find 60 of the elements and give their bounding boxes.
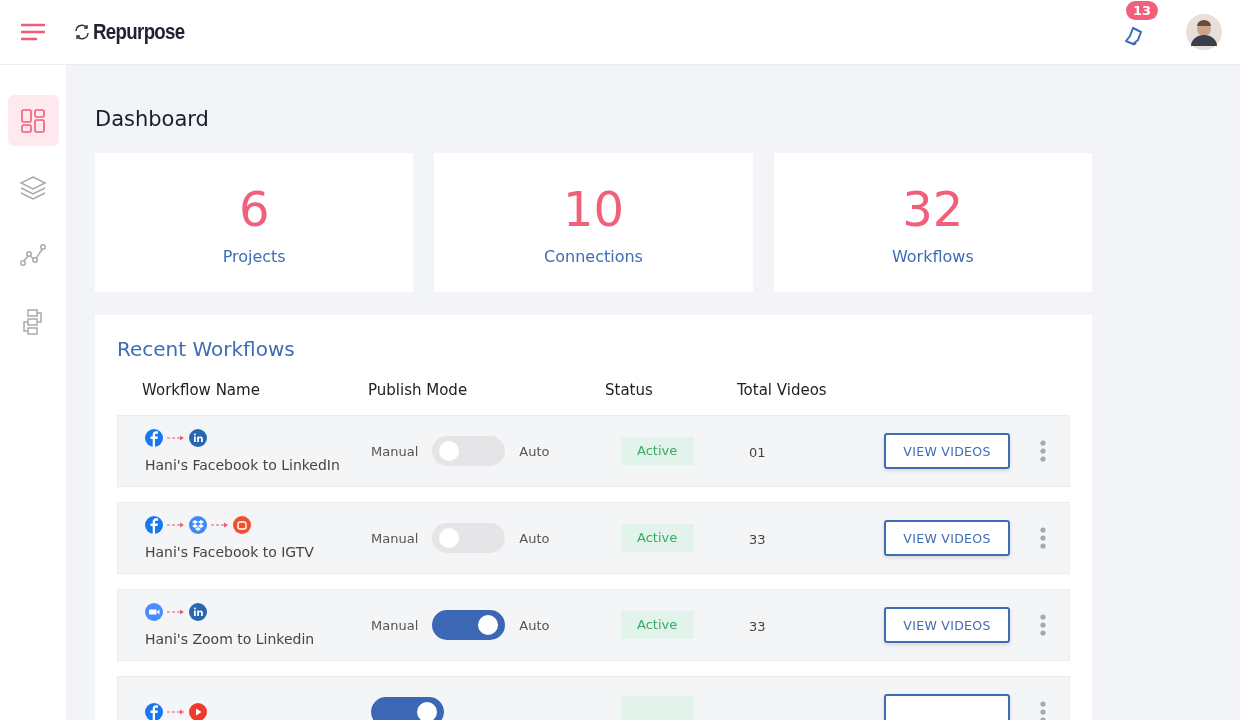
app-icon — [233, 516, 251, 534]
stat-value: 6 — [238, 185, 270, 233]
app-icon — [145, 603, 163, 621]
video-count: 01 — [749, 444, 766, 460]
app-icon — [145, 516, 163, 534]
app-icon — [189, 516, 207, 534]
status-badge: Active — [621, 611, 694, 639]
mode-label: Auto — [519, 530, 550, 546]
column-header: Publish Mode — [368, 381, 469, 399]
workflow-name: Hani's Facebook to IGTV — [145, 544, 315, 560]
logo: Repurpose — [93, 19, 185, 45]
mode-label: Manual — [371, 530, 419, 546]
stat-value: 10 — [562, 185, 625, 233]
video-count: 33 — [749, 531, 766, 547]
dashed-arrow-icon — [167, 609, 185, 615]
view-videos-button[interactable]: VIEW VIDEOS — [884, 433, 1010, 469]
dashed-arrow-icon — [167, 709, 185, 715]
app-icon — [189, 603, 207, 621]
status-badge: Active — [621, 524, 694, 552]
stat-value: 32 — [902, 185, 964, 233]
view-videos-button[interactable]: VIEW VIDEOS — [884, 520, 1010, 556]
workflow-name: Hani's Zoom to Linkedin — [145, 631, 316, 647]
refresh-icon — [73, 23, 91, 41]
workflow-name: Hani's Facebook to LinkedIn — [145, 457, 341, 473]
sidebar-item[interactable] — [7, 95, 59, 146]
line-graph-icon — [19, 242, 47, 267]
status-badge: Active — [621, 437, 694, 465]
stat-label: Workflows — [891, 247, 974, 266]
app-icon — [145, 429, 163, 447]
column-header: Status — [605, 381, 654, 399]
mode-toggle[interactable] — [371, 697, 444, 720]
avatar[interactable] — [1186, 14, 1222, 50]
video-count: 33 — [749, 618, 766, 634]
mode-label: Auto — [519, 443, 550, 459]
dashboard-icon — [20, 107, 46, 134]
page-title: Dashboard — [95, 107, 210, 131]
column-header: Workflow Name — [142, 381, 261, 399]
menu-icon[interactable] — [21, 23, 45, 41]
mode-label: Auto — [519, 617, 550, 633]
more-options-icon[interactable] — [1040, 439, 1046, 463]
stat-label: Projects — [222, 247, 286, 266]
notification-badge: 13 — [1126, 1, 1159, 20]
view-videos-button[interactable] — [884, 694, 1010, 720]
mode-label: Manual — [371, 443, 419, 459]
panel-title: Recent Workflows — [117, 337, 296, 361]
view-videos-button[interactable]: VIEW VIDEOS — [884, 607, 1010, 643]
mode-toggle[interactable] — [432, 523, 506, 553]
more-options-icon[interactable] — [1040, 613, 1046, 637]
mode-toggle[interactable] — [432, 436, 506, 466]
column-header: Total Videos — [737, 381, 828, 399]
more-options-icon[interactable] — [1040, 526, 1046, 550]
dashed-arrow-icon — [167, 522, 185, 528]
dashed-arrow-icon — [211, 522, 229, 528]
mode-toggle[interactable] — [432, 610, 506, 640]
app-icon — [189, 429, 207, 447]
stat-label: Connections — [544, 247, 643, 266]
mode-label: Manual — [371, 617, 419, 633]
more-options-icon[interactable] — [1040, 700, 1046, 720]
layers-icon — [19, 174, 47, 201]
dashed-arrow-icon — [167, 435, 185, 441]
